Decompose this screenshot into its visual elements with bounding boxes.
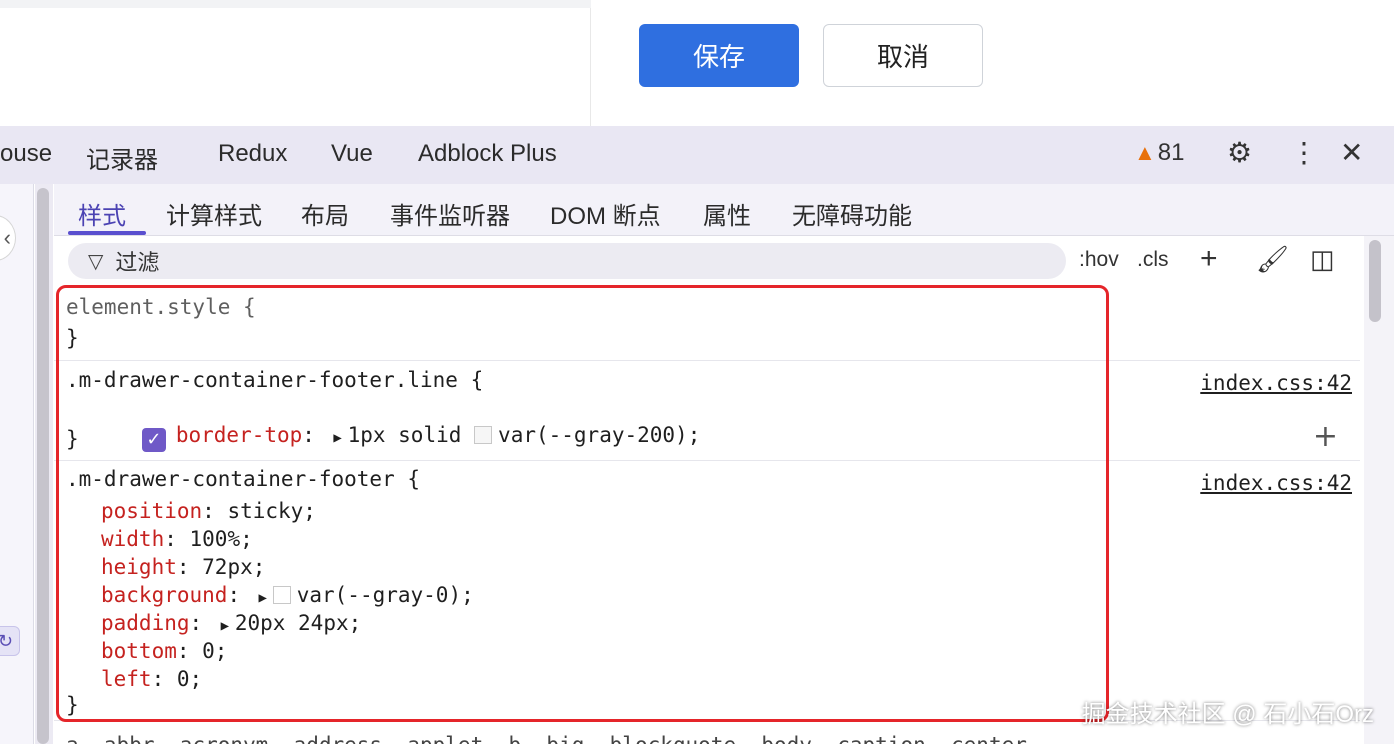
rule-source-link[interactable]: index.css:42	[1200, 371, 1352, 395]
style-rule-footer: .m-drawer-container-footer { index.css:4…	[54, 460, 1360, 720]
elements-panel-edge	[0, 184, 34, 744]
styles-toolbar: ▽ 过滤 :hov .cls + 🖌 ◫	[54, 236, 1360, 286]
filter-input[interactable]: ▽ 过滤	[68, 243, 1066, 279]
property-name[interactable]: bottom	[101, 639, 177, 663]
paint-roller-icon[interactable]: 🖌	[1256, 244, 1289, 275]
styles-pane: ▽ 过滤 :hov .cls + 🖌 ◫ element.style { } .…	[54, 236, 1360, 744]
styles-subtabbar: 样式 计算样式 布局 事件监听器 DOM 断点 属性 无障碍功能	[54, 184, 1394, 236]
property-value[interactable]: 20px 24px;	[235, 611, 361, 635]
tab-redux[interactable]: Redux	[218, 140, 287, 168]
more-vertical-icon[interactable]: ⋮	[1290, 138, 1318, 168]
gear-icon[interactable]: ⚙	[1227, 138, 1252, 168]
tab-layout[interactable]: 布局	[301, 196, 349, 231]
chevron-left-icon: ‹	[3, 225, 11, 250]
rule-selector[interactable]: .m-drawer-container-footer.line {	[66, 368, 483, 392]
property-value[interactable]: var(--gray-0);	[297, 583, 474, 607]
tab-dom-breakpoints[interactable]: DOM 断点	[550, 196, 661, 231]
cancel-button[interactable]: 取消	[823, 24, 983, 87]
rule-close: }	[66, 693, 79, 717]
property-name[interactable]: background	[101, 583, 227, 607]
close-icon[interactable]: ✕	[1340, 138, 1363, 168]
toggle-sidebar-icon[interactable]: ◫	[1310, 244, 1335, 275]
tab-accessibility[interactable]: 无障碍功能	[792, 196, 912, 231]
property-value[interactable]: 1px solid	[348, 423, 462, 447]
property-value[interactable]: sticky;	[227, 499, 316, 523]
rule-source-link[interactable]: index.css:42	[1200, 471, 1352, 495]
warning-count: 81	[1157, 139, 1185, 166]
filter-placeholder: 过滤	[115, 250, 160, 275]
rule-selector[interactable]: a, abbr, acronym, address, applet, b, bi…	[66, 733, 1040, 744]
add-property-icon[interactable]: +	[1313, 419, 1338, 454]
property-value[interactable]: 0;	[202, 639, 227, 663]
watermark: 掘金技术社区 @ 石小石Orz	[1081, 701, 1374, 728]
property-name[interactable]: left	[101, 667, 152, 691]
property-checkbox[interactable]: ✓	[141, 428, 166, 452]
rule-close: }	[66, 326, 79, 350]
tab-event-listeners[interactable]: 事件监听器	[390, 196, 510, 231]
tab-styles[interactable]: 样式	[78, 196, 126, 231]
style-rule-footer-line: .m-drawer-container-footer.line { index.…	[54, 360, 1360, 460]
tab-recorder[interactable]: 记录器	[86, 140, 158, 175]
tab-computed[interactable]: 计算样式	[166, 196, 262, 231]
warning-icon: ▲	[1134, 140, 1156, 165]
property-var[interactable]: var(--gray-200);	[498, 423, 700, 447]
tab-lighthouse[interactable]: ouse	[0, 140, 52, 168]
tab-properties[interactable]: 属性	[703, 196, 751, 231]
panel-scrollbar[interactable]	[35, 184, 53, 744]
property-name[interactable]: height	[101, 555, 177, 579]
page-content-left	[0, 0, 591, 126]
rule-selector[interactable]: .m-drawer-container-footer {	[66, 467, 420, 491]
color-swatch[interactable]	[474, 426, 493, 444]
property-name[interactable]: width	[101, 527, 164, 551]
styles-scrollbar[interactable]	[1364, 236, 1394, 744]
warnings-counter[interactable]: ▲ 81	[1134, 139, 1184, 167]
property-name[interactable]: border-top	[176, 423, 302, 447]
cls-toggle[interactable]: .cls	[1137, 248, 1169, 272]
new-rule-icon[interactable]: +	[1200, 242, 1218, 276]
color-swatch[interactable]	[272, 586, 291, 604]
tab-vue[interactable]: Vue	[331, 140, 373, 168]
expand-triangle-icon[interactable]: ▶	[328, 430, 348, 446]
page-stripe	[0, 0, 591, 8]
property-value[interactable]: 0;	[177, 667, 202, 691]
property-value[interactable]: 100%;	[190, 527, 253, 551]
scrollbar-thumb[interactable]	[1369, 240, 1381, 322]
expand-triangle-icon[interactable]: ▶	[215, 618, 235, 634]
filter-icon: ▽	[88, 250, 104, 273]
expand-triangle-icon[interactable]: ▶	[253, 590, 273, 606]
refresh-icon[interactable]: ↻	[0, 626, 20, 656]
hov-toggle[interactable]: :hov	[1079, 248, 1119, 272]
property-name[interactable]: position	[101, 499, 202, 523]
devtools-main-tabbar: ouse 记录器 Redux Vue Adblock Plus ▲ 81 ⚙ ⋮…	[0, 126, 1394, 184]
scrollbar-thumb[interactable]	[37, 188, 49, 744]
tab-adblock-plus[interactable]: Adblock Plus	[418, 140, 557, 168]
active-tab-indicator	[68, 231, 146, 235]
save-button[interactable]: 保存	[639, 24, 799, 87]
rule-close: }	[66, 427, 79, 451]
property-name[interactable]: padding	[101, 611, 190, 635]
rule-selector[interactable]: element.style {	[66, 295, 256, 319]
style-rule-element: element.style { }	[54, 286, 1360, 360]
property-value[interactable]: 72px;	[202, 555, 265, 579]
